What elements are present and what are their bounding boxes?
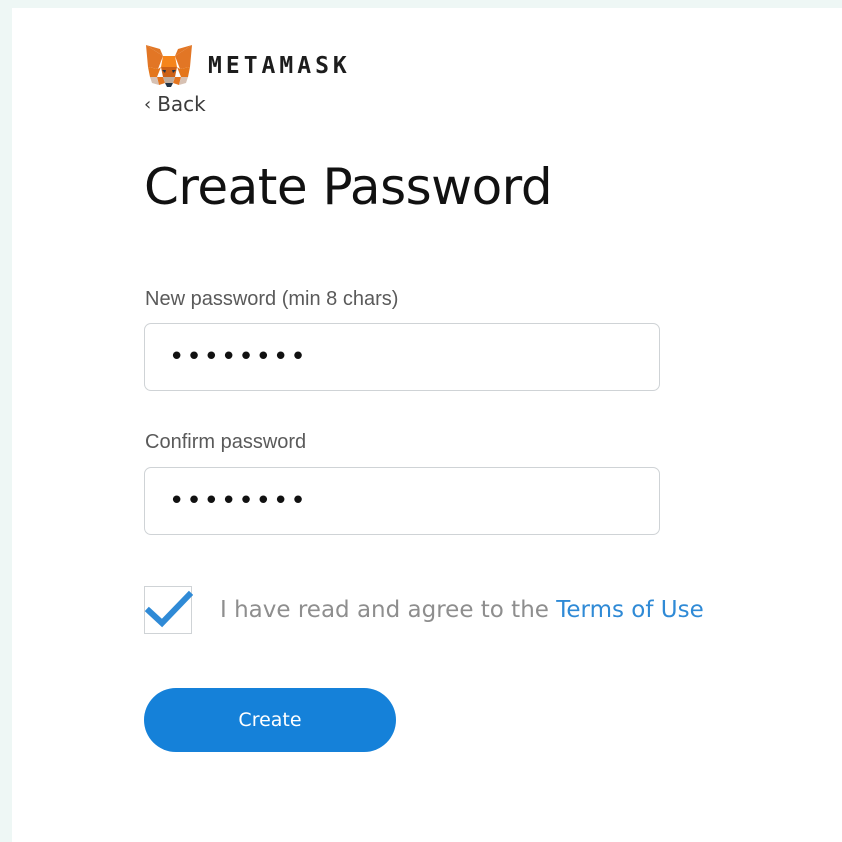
checkmark-icon — [145, 590, 193, 628]
terms-of-use-link[interactable]: Terms of Use — [556, 597, 704, 623]
metamask-wordmark: METAMASK — [208, 53, 351, 79]
page-title: Create Password — [144, 158, 553, 216]
terms-prefix: I have read and agree to the — [220, 597, 557, 623]
terms-row: I have read and agree to the Terms of Us… — [144, 586, 704, 634]
new-password-label: New password (min 8 chars) — [145, 288, 399, 310]
create-password-page: METAMASK ‹ Back Create Password New pass… — [12, 8, 842, 842]
confirm-password-label: Confirm password — [145, 431, 307, 453]
create-button[interactable]: Create — [144, 688, 396, 752]
terms-text: I have read and agree to the Terms of Us… — [220, 597, 704, 623]
confirm-password-input[interactable] — [144, 467, 660, 535]
brand-header: METAMASK — [144, 43, 351, 89]
metamask-fox-icon — [146, 45, 192, 87]
terms-checkbox[interactable] — [144, 586, 193, 634]
chevron-left-icon: ‹ — [144, 93, 152, 115]
back-link[interactable]: ‹ Back — [144, 92, 206, 116]
new-password-input[interactable] — [144, 323, 660, 391]
back-label: Back — [157, 92, 206, 116]
